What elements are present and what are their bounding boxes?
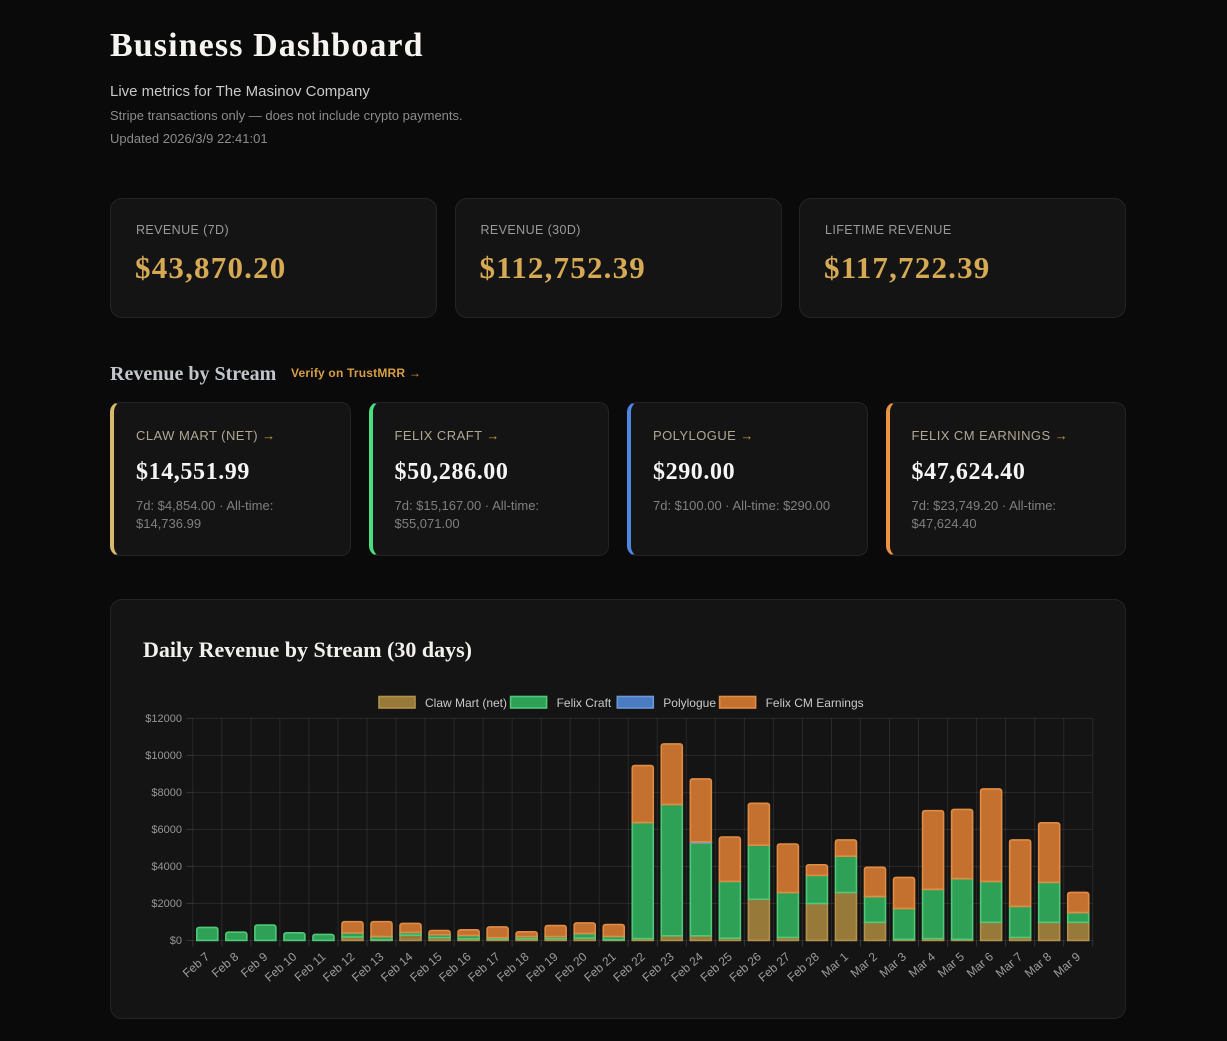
svg-text:Feb 25: Feb 25: [697, 949, 735, 984]
svg-text:Feb 14: Feb 14: [378, 949, 416, 984]
svg-text:Feb 13: Feb 13: [349, 949, 387, 984]
svg-text:$4000: $4000: [151, 861, 182, 873]
svg-text:$0: $0: [170, 935, 182, 947]
svg-text:Feb 17: Feb 17: [465, 949, 503, 984]
svg-text:Mar 5: Mar 5: [935, 949, 968, 980]
svg-text:Feb 23: Feb 23: [639, 949, 677, 984]
svg-text:Polylogue: Polylogue: [663, 696, 716, 710]
svg-text:Feb 24: Feb 24: [668, 949, 706, 984]
svg-text:Claw Mart (net): Claw Mart (net): [425, 696, 507, 710]
svg-text:$8000: $8000: [151, 787, 182, 799]
svg-text:Mar 4: Mar 4: [906, 949, 939, 980]
svg-text:Feb 16: Feb 16: [436, 949, 474, 984]
svg-text:Feb 27: Feb 27: [755, 949, 793, 984]
svg-text:Feb 15: Feb 15: [407, 949, 445, 984]
svg-text:Feb 28: Feb 28: [784, 949, 822, 984]
svg-text:Feb 21: Feb 21: [581, 949, 619, 984]
svg-text:Feb 8: Feb 8: [209, 949, 242, 980]
svg-text:Felix CM Earnings: Felix CM Earnings: [766, 696, 864, 710]
svg-text:Feb 18: Feb 18: [494, 949, 532, 984]
svg-text:Mar 2: Mar 2: [848, 949, 881, 980]
svg-text:$12000: $12000: [145, 713, 182, 725]
svg-text:Feb 10: Feb 10: [262, 949, 300, 984]
svg-text:Feb 12: Feb 12: [320, 949, 358, 984]
svg-text:Feb 19: Feb 19: [523, 949, 561, 984]
svg-text:Feb 20: Feb 20: [552, 949, 590, 984]
svg-text:$10000: $10000: [145, 750, 182, 762]
svg-text:Feb 26: Feb 26: [726, 949, 764, 984]
svg-text:$6000: $6000: [151, 824, 182, 836]
svg-text:Mar 1: Mar 1: [819, 949, 852, 980]
svg-text:Feb 22: Feb 22: [610, 949, 648, 984]
svg-text:Feb 7: Feb 7: [180, 949, 213, 980]
svg-text:Mar 6: Mar 6: [964, 949, 997, 980]
svg-text:Mar 7: Mar 7: [993, 949, 1026, 980]
svg-text:Mar 3: Mar 3: [877, 949, 910, 980]
svg-text:Felix Craft: Felix Craft: [557, 696, 612, 710]
svg-text:Mar 8: Mar 8: [1022, 949, 1055, 980]
svg-text:Mar 9: Mar 9: [1051, 949, 1084, 980]
svg-text:$2000: $2000: [151, 898, 182, 910]
